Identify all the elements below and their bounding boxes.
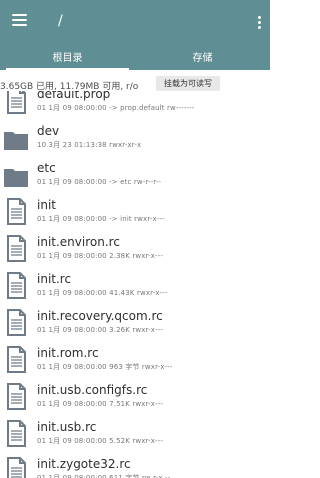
- file-name: init: [37, 198, 56, 212]
- file-name: init.environ.rc: [37, 235, 120, 249]
- file-icon: [3, 91, 29, 116]
- file-row[interactable]: init.usb.configfs.rc 01 1月 09 08:00:00 7.…: [0, 380, 270, 414]
- file-icon: [3, 456, 29, 478]
- mount-read-write-button[interactable]: 挂载为可读写: [156, 76, 220, 91]
- file-name: init.zygote32.rc: [37, 457, 131, 471]
- file-row[interactable]: init.zygote32.rc 01 1月 09 08:00:00 611 字节…: [0, 454, 270, 478]
- file-row[interactable]: default.prop 01 1月 09 08:00:00 -> prop.de…: [0, 91, 270, 118]
- file-meta: 01 1月 09 08:00:00 41.43K rwxr-x---: [37, 289, 168, 297]
- file-row[interactable]: init.rc 01 1月 09 08:00:00 41.43K rwxr-x--…: [0, 269, 270, 303]
- file-icon: [3, 308, 29, 338]
- tab-storage[interactable]: 存储: [135, 42, 270, 70]
- file-meta: 01 1月 09 08:00:00 611 字节 rw,r-x,--: [37, 474, 171, 478]
- file-row[interactable]: init.rom.rc 01 1月 09 08:00:00 963 字节 rwxr…: [0, 343, 270, 377]
- file-row[interactable]: dev 10 3月 23 01:13:38 rwxr-xr-x: [0, 121, 270, 155]
- more-vert-icon[interactable]: [254, 12, 264, 32]
- tab-root[interactable]: 根目录: [0, 42, 135, 70]
- file-meta: 01 1月 09 08:00:00 -> etc rw-r--r--: [37, 178, 162, 186]
- file-manager-screen: / 根目录 存储 3.65GB 已用, 11.79MB 可用, r/o 挂载为可…: [0, 0, 270, 478]
- file-meta: 01 1月 09 08:00:00 -> prop.default rw----…: [37, 104, 195, 112]
- file-meta: 01 1月 09 08:00:00 963 字节 rwxr-x---: [37, 363, 173, 371]
- file-icon: [3, 234, 29, 264]
- file-name: init.usb.rc: [37, 420, 97, 434]
- file-name: init.recovery.qcom.rc: [37, 309, 163, 323]
- file-icon: [3, 382, 29, 412]
- file-row[interactable]: init.environ.rc 01 1月 09 08:00:00 2.38K r…: [0, 232, 270, 266]
- file-name: init.usb.configfs.rc: [37, 383, 148, 397]
- file-name: dev: [37, 124, 60, 138]
- file-meta: 10 3月 23 01:13:38 rwxr-xr-x: [37, 141, 142, 149]
- file-meta: 01 1月 09 08:00:00 3.26K rwxr-x---: [37, 326, 164, 334]
- current-path-title: /: [58, 13, 63, 29]
- file-row[interactable]: init.usb.rc 01 1月 09 08:00:00 5.52K rwxr-…: [0, 417, 270, 451]
- folder-icon: [3, 160, 29, 190]
- file-row[interactable]: etc 01 1月 09 08:00:00 -> etc rw-r--r--: [0, 158, 270, 192]
- file-meta: 01 1月 09 08:00:00 7.51K rwxr-x---: [37, 400, 164, 408]
- file-icon: [3, 419, 29, 449]
- app-bar: / 根目录 存储: [0, 0, 270, 70]
- tab-bar: 根目录 存储: [0, 42, 270, 70]
- file-name: default.prop: [37, 91, 111, 101]
- file-list: default.prop 01 1月 09 08:00:00 -> prop.de…: [0, 91, 270, 478]
- file-meta: 01 1月 09 08:00:00 5.52K rwxr-x---: [37, 437, 164, 445]
- file-meta: 01 1月 09 08:00:00 2.38K rwxr-x---: [37, 252, 164, 260]
- file-row[interactable]: init.recovery.qcom.rc 01 1月 09 08:00:00 3…: [0, 306, 270, 340]
- file-icon: [3, 197, 29, 227]
- file-name: init.rc: [37, 272, 72, 286]
- file-icon: [3, 345, 29, 375]
- file-row[interactable]: init 01 1月 09 08:00:00 -> init rwxr-x---: [0, 195, 270, 229]
- menu-icon[interactable]: [8, 8, 32, 32]
- file-icon: [3, 271, 29, 301]
- file-name: etc: [37, 161, 56, 175]
- file-name: init.rom.rc: [37, 346, 99, 360]
- file-meta: 01 1月 09 08:00:00 -> init rwxr-x---: [37, 215, 165, 223]
- folder-icon: [3, 123, 29, 153]
